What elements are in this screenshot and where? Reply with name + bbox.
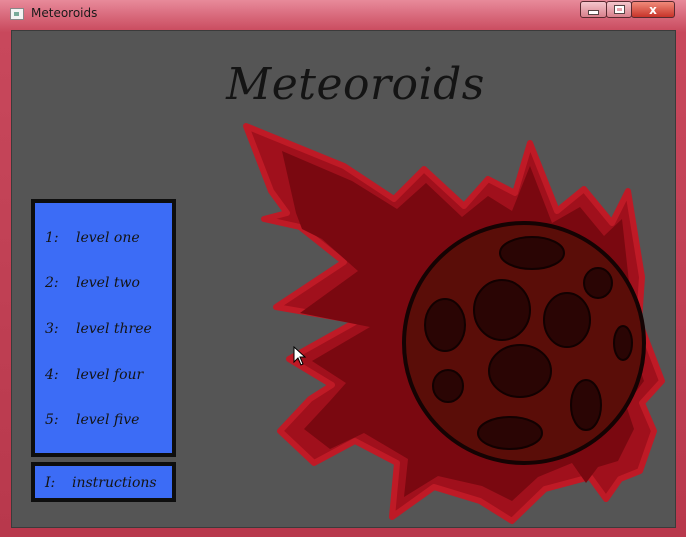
menu-item-label: level four [76,367,144,383]
crater [499,236,565,270]
crater [424,298,466,352]
maximize-button[interactable] [606,1,632,18]
title-bar[interactable]: Meteoroids x [0,0,686,28]
minimize-button[interactable] [580,1,607,18]
menu-item-label: level five [76,412,140,428]
window-title: Meteoroids [31,6,98,20]
crater [473,279,531,341]
minimize-icon [588,10,599,15]
crater [543,292,591,348]
menu-item-key: 5: [45,412,59,428]
crater [432,369,464,403]
menu-item-level-four[interactable]: 4: level four [45,367,143,383]
menu-item-label: instructions [72,475,157,491]
menu-item-level-one[interactable]: 1: level one [45,230,140,246]
menu-item-label: level three [76,321,152,337]
menu-item-key: 3: [45,321,59,337]
menu-item-key: 2: [45,275,59,291]
menu-item-key: 1: [45,230,59,246]
menu-item-label: level two [76,275,140,291]
close-button[interactable]: x [631,1,675,18]
app-icon [10,8,24,20]
maximize-icon [613,5,625,14]
menu-item-level-two[interactable]: 2: level two [45,275,140,291]
close-icon: x [649,2,657,17]
level-menu: 1: level one 2: level two 3: level three 4:… [31,199,176,457]
game-canvas[interactable]: Meteoroids 1: level one 2: level two 3: lev… [11,30,676,528]
mouse-cursor-icon [293,346,307,366]
menu-item-level-five[interactable]: 5: level five [45,412,139,428]
menu-item-level-three[interactable]: 3: level three [45,321,152,337]
app-window: Meteoroids x Meteoroids 1: level one 2: … [0,0,686,537]
crater [488,344,552,398]
crater [613,325,633,361]
menu-item-key: 4: [45,367,59,383]
crater [570,379,602,431]
game-title: Meteoroids [226,59,485,110]
instructions-menu: I: instructions [31,462,176,502]
menu-item-label: level one [76,230,140,246]
crater [477,416,543,450]
menu-item-instructions[interactable]: I: instructions [45,475,157,491]
menu-item-key: I: [45,475,56,491]
crater [583,267,613,299]
